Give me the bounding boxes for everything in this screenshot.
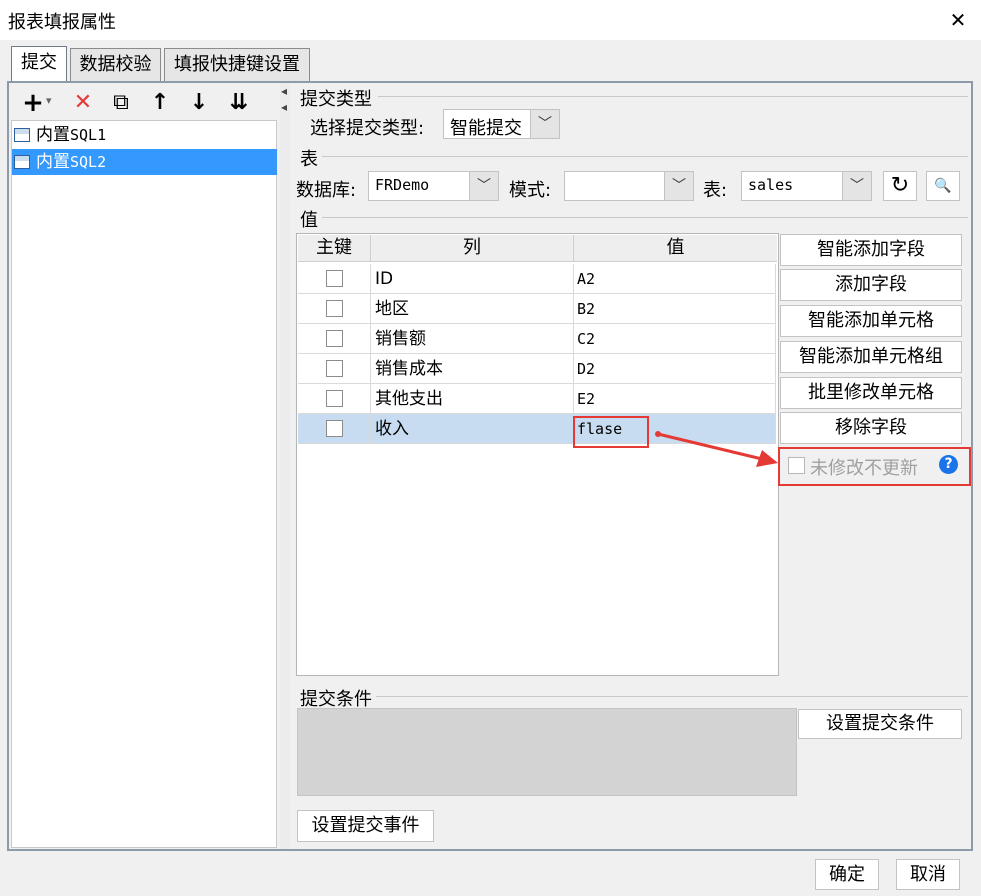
list-item-label: 内置 [36, 152, 70, 172]
database-select[interactable]: FRDemo ﹀ [368, 171, 499, 201]
key-cell [298, 324, 371, 354]
move-up-icon[interactable]: ↑ [147, 90, 173, 116]
tab-data-validation[interactable]: 数据校验 [70, 48, 161, 81]
ok-button[interactable]: 确定 [815, 859, 879, 890]
key-cell [298, 354, 371, 384]
move-down-icon[interactable]: ↓ [186, 90, 212, 116]
key-cell [298, 264, 371, 294]
mode-label: 模式: [509, 180, 552, 201]
column-cell[interactable]: ID [371, 264, 574, 294]
primary-key-checkbox[interactable] [326, 330, 343, 347]
column-cell[interactable]: 地区 [371, 294, 574, 324]
table-select[interactable]: sales ﹀ [741, 171, 872, 201]
delete-icon[interactable]: ✕ [70, 90, 96, 116]
tab-submit[interactable]: 提交 [11, 46, 67, 82]
add-dropdown-caret[interactable]: ▾ [46, 94, 52, 107]
no-update-label: 未修改不更新 [810, 458, 918, 479]
primary-key-checkbox[interactable] [326, 420, 343, 437]
table-value: sales [748, 176, 794, 194]
submit-type-section-title: 提交类型 [300, 89, 372, 110]
window-title: 报表填报属性 [8, 12, 116, 33]
column-header-key[interactable]: 主键 [298, 235, 371, 262]
primary-key-checkbox[interactable] [326, 270, 343, 287]
no-update-checkbox[interactable] [788, 457, 805, 474]
set-condition-button[interactable]: 设置提交条件 [798, 709, 962, 739]
smart-add-field-button[interactable]: 智能添加字段 [780, 234, 962, 266]
value-cell-highlight [573, 416, 649, 448]
column-cell[interactable]: 收入 [371, 414, 574, 444]
condition-display [297, 708, 797, 796]
title-bar [0, 0, 981, 40]
batch-modify-cell-button[interactable]: 批里修改单元格 [780, 377, 962, 409]
value-cell[interactable]: D2 [574, 354, 776, 384]
sql-list [11, 120, 277, 848]
list-item-sql2[interactable]: 内置SQL2 [12, 149, 277, 175]
table-label: 表: [703, 180, 728, 201]
section-divider [376, 696, 968, 697]
chevron-down-icon: ﹀ [530, 110, 559, 138]
table-section-title: 表 [300, 149, 318, 170]
list-item-label: 内置 [36, 125, 70, 145]
section-divider [322, 156, 968, 157]
column-cell[interactable]: 销售额 [371, 324, 574, 354]
set-submit-event-button[interactable]: 设置提交事件 [297, 810, 434, 842]
submit-type-value: 智能提交 [450, 118, 522, 139]
cancel-button[interactable]: 取消 [896, 859, 960, 890]
add-icon[interactable]: + [18, 90, 48, 116]
list-item-suffix: SQL2 [70, 153, 107, 171]
collapse-down-icon[interactable]: ◂ [281, 100, 287, 114]
annotation-arrow-icon [655, 431, 778, 467]
close-button[interactable]: ✕ [946, 8, 970, 32]
chevron-down-icon: ﹀ [664, 172, 693, 200]
column-header-column[interactable]: 列 [371, 235, 574, 262]
tab-shortcut-settings[interactable]: 填报快捷键设置 [164, 48, 310, 81]
pane-splitter[interactable] [280, 83, 290, 849]
chevron-down-icon: ﹀ [842, 172, 871, 200]
submit-type-select[interactable]: 智能提交 ﹀ [443, 109, 560, 139]
database-icon [14, 155, 30, 169]
collapse-up-icon[interactable]: ◂ [281, 84, 287, 98]
database-value: FRDemo [375, 176, 430, 194]
chevron-down-icon: ﹀ [469, 172, 498, 200]
key-cell [298, 294, 371, 324]
section-divider [378, 96, 968, 97]
search-icon[interactable]: 🔍 [926, 171, 960, 201]
mode-select[interactable]: ﹀ [564, 171, 694, 201]
copy-icon[interactable]: ⧉ [108, 90, 134, 116]
refresh-icon[interactable]: ↻ [883, 171, 917, 201]
value-section-title: 值 [300, 210, 318, 231]
smart-add-cell-button[interactable]: 智能添加单元格 [780, 305, 962, 337]
list-item-sql1[interactable]: 内置SQL1 [12, 122, 277, 148]
column-cell[interactable]: 其他支出 [371, 384, 574, 414]
column-cell[interactable]: 销售成本 [371, 354, 574, 384]
submit-type-label: 选择提交类型: [310, 118, 425, 139]
primary-key-checkbox[interactable] [326, 390, 343, 407]
section-divider [322, 217, 968, 218]
list-item-suffix: SQL1 [70, 126, 107, 144]
remove-field-button[interactable]: 移除字段 [780, 412, 962, 444]
database-icon [14, 128, 30, 142]
primary-key-checkbox[interactable] [326, 300, 343, 317]
smart-add-cell-group-button[interactable]: 智能添加单元格组 [780, 341, 962, 373]
column-header-value[interactable]: 值 [574, 235, 777, 262]
database-label: 数据库: [296, 180, 357, 201]
move-bottom-icon[interactable]: ⇊ [226, 90, 252, 116]
key-cell [298, 414, 371, 444]
key-cell [298, 384, 371, 414]
add-field-button[interactable]: 添加字段 [780, 269, 962, 301]
help-icon[interactable]: ? [939, 455, 958, 474]
value-cell[interactable]: C2 [574, 324, 776, 354]
value-cell[interactable]: A2 [574, 264, 776, 294]
value-cell[interactable]: B2 [574, 294, 776, 324]
primary-key-checkbox[interactable] [326, 360, 343, 377]
value-cell[interactable]: E2 [574, 384, 776, 414]
